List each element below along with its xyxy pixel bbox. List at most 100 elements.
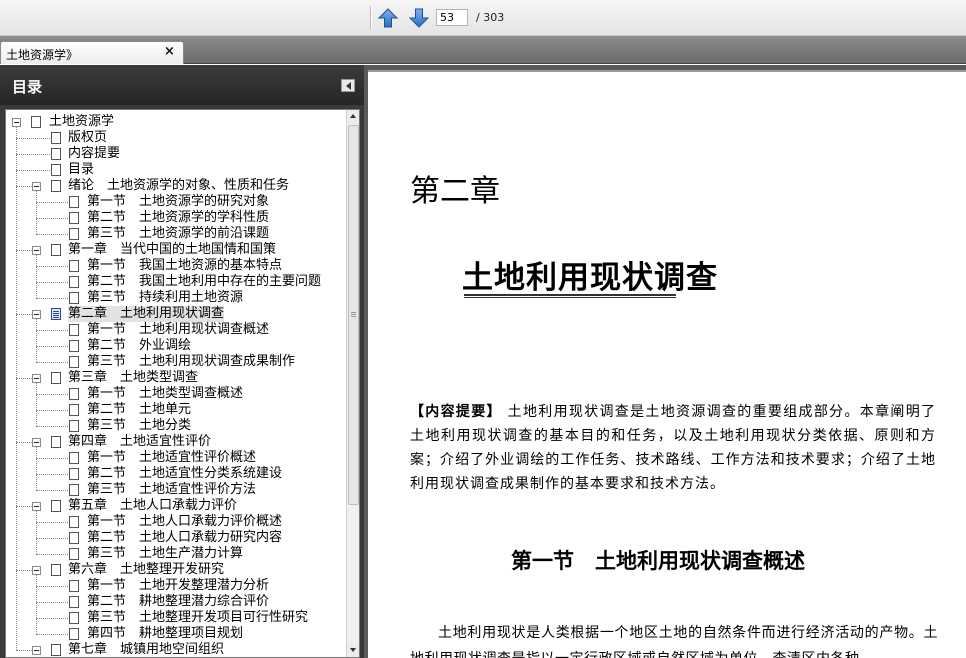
- previous-page-button[interactable]: [377, 7, 399, 29]
- page-number-input[interactable]: [436, 9, 468, 26]
- outline-item[interactable]: 第二节 土地人口承载力研究内容: [6, 530, 346, 546]
- outline-item[interactable]: 目录: [6, 162, 346, 178]
- tree-guide-line: [36, 394, 68, 395]
- outline-item[interactable]: 第七章 城镇用地空间组织: [6, 642, 346, 657]
- outline-item[interactable]: 内容提要: [6, 146, 346, 162]
- title-underline-thin: [464, 297, 676, 298]
- outline-item-label: 第三节 土地利用现状调查成果制作: [87, 354, 296, 369]
- tree-guide-line: [36, 538, 68, 539]
- outline-item-label: 第三节 土地分类: [87, 418, 192, 433]
- tab-close-button[interactable]: ×: [164, 44, 175, 59]
- outline-item[interactable]: 第一节 土地资源学的研究对象: [6, 194, 346, 210]
- outline-item[interactable]: 第三节 持续利用土地资源: [6, 290, 346, 306]
- outline-item[interactable]: 第二节 土地单元: [6, 402, 346, 418]
- page-icon: [51, 564, 61, 576]
- outline-item[interactable]: 第三节 土地生产潜力计算: [6, 546, 346, 562]
- page-icon: [69, 228, 79, 240]
- tree-guide-line: [36, 511, 37, 554]
- page-icon: [51, 644, 61, 656]
- outline-item[interactable]: 第四节 耕地整理项目规划: [6, 626, 346, 642]
- outline-item[interactable]: 第三章 土地类型调查: [6, 370, 346, 386]
- page-icon: [69, 212, 79, 224]
- outline-item-label: 绪论 土地资源学的对象、性质和任务: [68, 178, 290, 193]
- page-icon: [51, 180, 61, 192]
- outline-item[interactable]: 绪论 土地资源学的对象、性质和任务: [6, 178, 346, 194]
- outline-item-label: 第七章 城镇用地空间组织: [68, 642, 225, 657]
- document-tab[interactable]: 土地资源学》 ×: [0, 41, 184, 64]
- outline-item[interactable]: 第一节 土地适宜性评价概述: [6, 450, 346, 466]
- outline-item[interactable]: 第一节 我国土地资源的基本特点: [6, 258, 346, 274]
- outline-item[interactable]: 第六章 土地整理开发研究: [6, 562, 346, 578]
- page-icon: [69, 388, 79, 400]
- outline-item[interactable]: 第三节 土地整理开发项目可行性研究: [6, 610, 346, 626]
- outline-item-label: 第一节 我国土地资源的基本特点: [87, 258, 283, 273]
- outline-scrollbar[interactable]: [346, 110, 359, 657]
- page-icon: [69, 516, 79, 528]
- outline-item-label: 第三章 土地类型调查: [68, 370, 199, 385]
- outline-item[interactable]: 第五章 土地人口承载力评价: [6, 498, 346, 514]
- outline-item[interactable]: 第二节 我国土地利用中存在的主要问题: [6, 274, 346, 290]
- collapse-toggle-icon[interactable]: [32, 566, 41, 575]
- outline-item[interactable]: 第二节 土地适宜性分类系统建设: [6, 466, 346, 482]
- outline-item[interactable]: 第四章 土地适宜性评价: [6, 434, 346, 450]
- chapter-summary: 【内容提要】 土地利用现状调查是土地资源调查的重要组成部分。本章阐明了土地利用现…: [410, 400, 936, 496]
- outline-item[interactable]: 第三节 土地适宜性评价方法: [6, 482, 346, 498]
- outline-item[interactable]: 第三节 土地利用现状调查成果制作: [6, 354, 346, 370]
- collapse-toggle-icon[interactable]: [32, 374, 41, 383]
- tab-bar: 土地资源学》 ×: [0, 36, 966, 64]
- collapse-toggle-icon[interactable]: [32, 438, 41, 447]
- outline-item-label: 第二节 土地资源学的学科性质: [87, 210, 270, 225]
- tree-guide-line: [16, 154, 50, 155]
- collapse-toggle-icon[interactable]: [32, 246, 41, 255]
- collapse-toggle-icon[interactable]: [32, 310, 41, 319]
- outline-item[interactable]: 第一节 土地开发整理潜力分析: [6, 578, 346, 594]
- outline-item[interactable]: 第三节 土地资源学的前沿课题: [6, 226, 346, 242]
- page-icon: [51, 164, 61, 176]
- outline-panel: 目录 土地资源学 版权页 内容提要 目录 绪论 土地资源学的对象、性质和任务 第一节 土地…: [0, 65, 364, 658]
- page-icon: [69, 420, 79, 432]
- outline-item[interactable]: 第一节 土地类型调查概述: [6, 386, 346, 402]
- collapse-toggle-icon[interactable]: [32, 646, 41, 655]
- page-total: / 303: [476, 11, 505, 24]
- tree-guide-line: [16, 650, 32, 651]
- outline-item[interactable]: 第二节 外业调绘: [6, 338, 346, 354]
- summary-label: 【内容提要】: [410, 404, 502, 420]
- outline-item-label: 第一节 土地类型调查概述: [87, 386, 244, 401]
- scroll-thumb[interactable]: [348, 125, 359, 505]
- scroll-down-button[interactable]: [347, 643, 359, 657]
- outline-item[interactable]: 版权页: [6, 130, 346, 146]
- scroll-up-button[interactable]: [347, 110, 359, 124]
- collapse-toggle-icon[interactable]: [32, 502, 41, 511]
- outline-item[interactable]: 第一节 土地人口承载力评价概述: [6, 514, 346, 530]
- tree-guide-line: [16, 170, 50, 171]
- tree-guide-line: [36, 346, 68, 347]
- outline-item-label: 第五章 土地人口承载力评价: [68, 498, 238, 513]
- chapter-title: 土地利用现状调查: [462, 260, 718, 296]
- collapse-panel-button[interactable]: [341, 79, 355, 92]
- outline-item[interactable]: 第二章 土地利用现状调查: [6, 306, 346, 322]
- outline-item[interactable]: 第二节 耕地整理潜力综合评价: [6, 594, 346, 610]
- section-heading: 第一节 土地利用现状调查概述: [511, 549, 805, 573]
- page-icon: [69, 596, 79, 608]
- tree-guide-line: [36, 474, 68, 475]
- document-page: 第二章 土地利用现状调查 【内容提要】 土地利用现状调查是土地资源调查的重要组成…: [368, 70, 966, 658]
- outline-item[interactable]: 第三节 土地分类: [6, 418, 346, 434]
- outline-item[interactable]: 土地资源学: [6, 114, 346, 130]
- collapse-toggle-icon[interactable]: [12, 118, 21, 127]
- outline-item[interactable]: 第一节 土地利用现状调查概述: [6, 322, 346, 338]
- outline-item[interactable]: 第二节 土地资源学的学科性质: [6, 210, 346, 226]
- tree-guide-line: [16, 250, 32, 251]
- outline-item-label: 内容提要: [68, 146, 121, 161]
- tree-guide-line: [36, 522, 68, 523]
- outline-item-label: 第一节 土地开发整理潜力分析: [87, 578, 270, 593]
- tree-guide-line: [36, 234, 68, 235]
- outline-item[interactable]: 第一章 当代中国的土地国情和国策: [6, 242, 346, 258]
- tree-guide-line: [16, 506, 32, 507]
- collapse-toggle-icon[interactable]: [32, 182, 41, 191]
- page-icon: [69, 548, 79, 560]
- outline-tree-container: 土地资源学 版权页 内容提要 目录 绪论 土地资源学的对象、性质和任务 第一节 土地资源学…: [5, 109, 360, 658]
- up-arrow-icon: [377, 8, 399, 28]
- next-page-button[interactable]: [408, 7, 430, 29]
- document-view[interactable]: 第二章 土地利用现状调查 【内容提要】 土地利用现状调查是土地资源调查的重要组成…: [364, 65, 966, 658]
- tree-guide-line: [36, 191, 37, 234]
